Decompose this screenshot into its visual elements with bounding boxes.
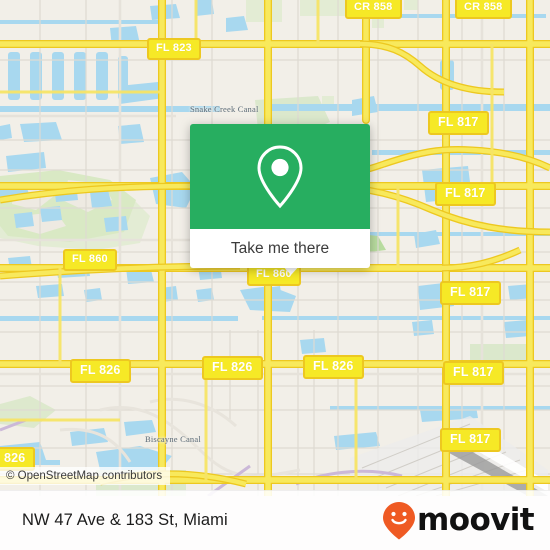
road-shield-fl-826-c[interactable]: FL 826 <box>202 356 263 380</box>
location-title: NW 47 Ave & 183 St, Miami <box>22 511 228 529</box>
moovit-pin-smiley-icon <box>383 501 416 539</box>
road-shield-fl-860-w[interactable]: FL 860 <box>63 249 117 271</box>
road-shield-cr-858-b[interactable]: CR 858 <box>455 0 512 19</box>
water-label-biscayne-canal: Biscayne Canal <box>145 434 201 444</box>
road-shield-fl-817-se[interactable]: FL 817 <box>443 361 504 385</box>
road-shield-fl-817-e[interactable]: FL 817 <box>440 281 501 305</box>
popup-header <box>190 124 370 229</box>
road-shield-fl-817-ne[interactable]: FL 817 <box>435 182 496 206</box>
map-screenshot: Snake Creek Canal Biscayne Canal CR 858 … <box>0 0 550 550</box>
road-shield-fl-826-e[interactable]: FL 826 <box>303 355 364 379</box>
road-shield-fl-817-s[interactable]: FL 817 <box>440 428 501 452</box>
water-label-snake-creek-canal: Snake Creek Canal <box>190 104 259 114</box>
take-me-there-button[interactable]: Take me there <box>231 240 329 258</box>
map-canvas[interactable]: Snake Creek Canal Biscayne Canal CR 858 … <box>0 0 550 496</box>
road-shield-fl-826-w[interactable]: FL 826 <box>70 359 131 383</box>
road-shield-fl-817-n[interactable]: FL 817 <box>428 111 489 135</box>
map-pin-icon <box>257 144 303 208</box>
map-attribution[interactable]: © OpenStreetMap contributors <box>0 467 171 485</box>
moovit-logo[interactable]: moovit <box>382 501 535 541</box>
road-shield-cr-858-a[interactable]: CR 858 <box>345 0 402 19</box>
footer-bar: NW 47 Ave & 183 St, Miami moovit <box>0 490 550 550</box>
road-shield-fl-823[interactable]: FL 823 <box>147 38 201 60</box>
moovit-wordmark: moovit <box>417 502 535 538</box>
destination-popup[interactable]: Take me there <box>190 124 370 268</box>
popup-action-area[interactable]: Take me there <box>190 229 370 268</box>
